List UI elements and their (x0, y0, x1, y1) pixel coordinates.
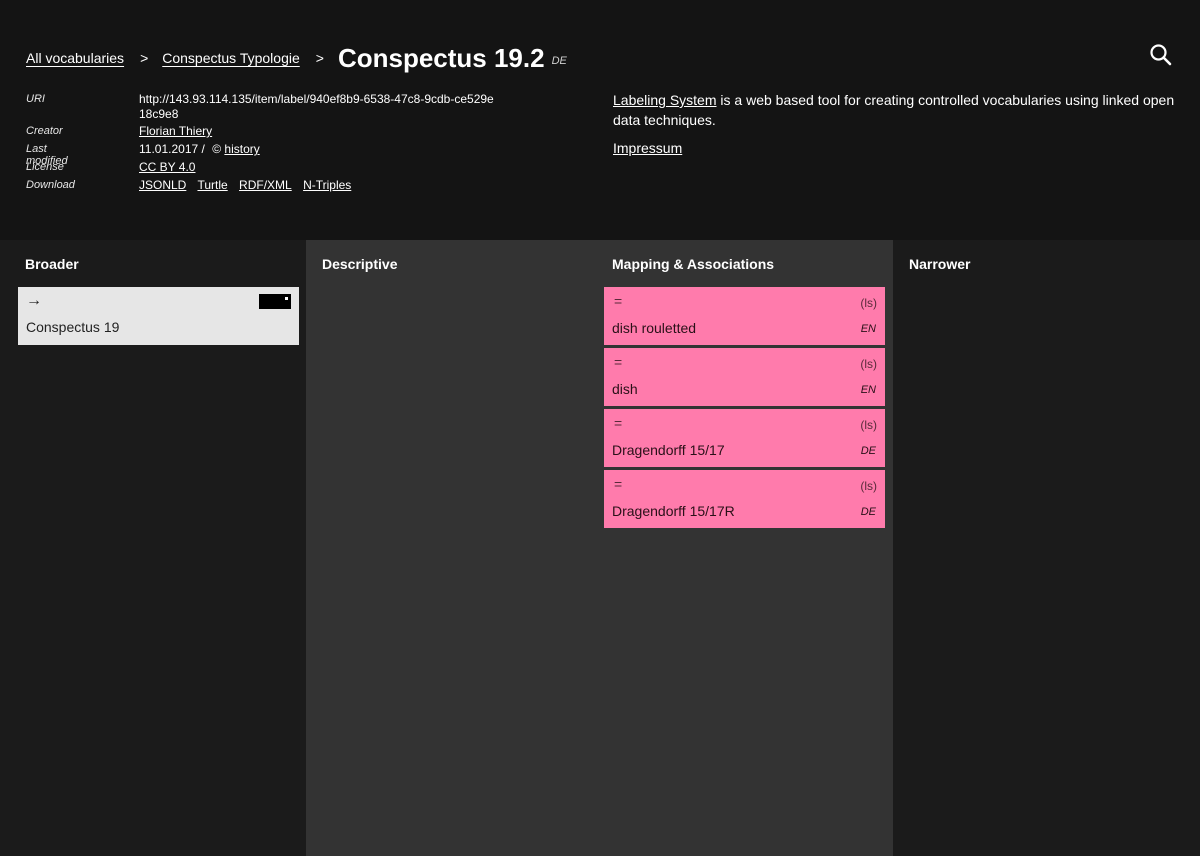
download-rdfxml-link[interactable]: RDF/XML (239, 178, 292, 192)
broader-column: Broader → Conspectus 19 (0, 240, 306, 856)
labeling-system-link[interactable]: Labeling System (613, 92, 717, 108)
page-title: Conspectus 19.2 (337, 42, 545, 73)
mapping-language: EN (860, 384, 876, 396)
relation-equals-icon: = (614, 293, 623, 309)
about-panel: Labeling System is a web based tool for … (613, 90, 1183, 158)
relation-equals-icon: = (614, 354, 623, 370)
meta-label: URI (26, 93, 45, 105)
narrower-heading: Narrower (909, 256, 971, 272)
mapping-language: DE (860, 506, 876, 518)
mapping-language: DE (860, 445, 876, 457)
uri-value: http://143.93.114.135/item/label/940ef8b… (139, 92, 494, 121)
mapping-item[interactable]: = (ls) dish EN (604, 348, 885, 406)
breadcrumb-separator: > (315, 50, 324, 66)
download-ntriples-link[interactable]: N-Triples (303, 178, 351, 192)
mapping-item[interactable]: = (ls) Dragendorff 15/17R DE (604, 470, 885, 528)
mapping-source: (ls) (860, 479, 877, 493)
broader-item[interactable]: → Conspectus 19 (18, 287, 299, 345)
header: All vocabularies > Conspectus Typologie … (0, 0, 1200, 240)
title-language: DE (551, 55, 567, 67)
mapping-source: (ls) (860, 357, 877, 371)
mapping-item[interactable]: = (ls) dish rouletted EN (604, 287, 885, 345)
relation-equals-icon: = (614, 415, 623, 431)
mapping-label: dish rouletted (612, 320, 697, 336)
modified-date: 11.01.2017 (139, 142, 199, 156)
breadcrumb-separator: > (140, 50, 149, 66)
copyright-icon: © (212, 142, 222, 156)
mapping-item[interactable]: = (ls) Dragendorff 15/17 DE (604, 409, 885, 467)
breadcrumb-vocabulary[interactable]: Conspectus Typologie (162, 50, 300, 66)
descriptive-heading: Descriptive (322, 256, 398, 272)
relation-equals-icon: = (614, 476, 623, 492)
impressum-link[interactable]: Impressum (613, 138, 682, 158)
meta-label: Creator (26, 125, 63, 137)
about-text: Labeling System is a web based tool for … (613, 90, 1183, 130)
mapping-source: (ls) (860, 296, 877, 310)
download-jsonld-link[interactable]: JSONLD (139, 178, 186, 192)
license-link[interactable]: CC BY 4.0 (139, 160, 195, 174)
mapping-label: Dragendorff 15/17R (612, 503, 735, 519)
meta-label: Download (26, 179, 75, 191)
broader-item-label: Conspectus 19 (26, 319, 120, 335)
arrow-right-icon: → (26, 292, 42, 309)
mapping-label: Dragendorff 15/17 (612, 442, 725, 458)
meta-label: License (26, 161, 64, 173)
broader-heading: Broader (25, 256, 79, 272)
breadcrumb-all-vocabularies[interactable]: All vocabularies (26, 50, 124, 66)
mapping-column: Mapping & Associations = (ls) dish roule… (596, 240, 893, 856)
mapping-label: dish (612, 381, 638, 397)
descriptive-column: Descriptive (306, 240, 596, 856)
search-icon[interactable] (1148, 42, 1174, 68)
mapping-heading: Mapping & Associations (612, 256, 775, 272)
modified-separator: / (201, 142, 205, 156)
creator-link[interactable]: Florian Thiery (139, 124, 212, 138)
breadcrumb: All vocabularies > Conspectus Typologie … (26, 40, 567, 76)
mapping-source: (ls) (860, 418, 877, 432)
history-link[interactable]: history (224, 142, 259, 156)
vocabulary-badge (259, 294, 291, 309)
mapping-language: EN (860, 323, 876, 335)
narrower-column: Narrower (893, 240, 1200, 856)
download-turtle-link[interactable]: Turtle (197, 178, 227, 192)
mapping-list: = (ls) dish rouletted EN = (ls) dish EN … (604, 287, 885, 531)
